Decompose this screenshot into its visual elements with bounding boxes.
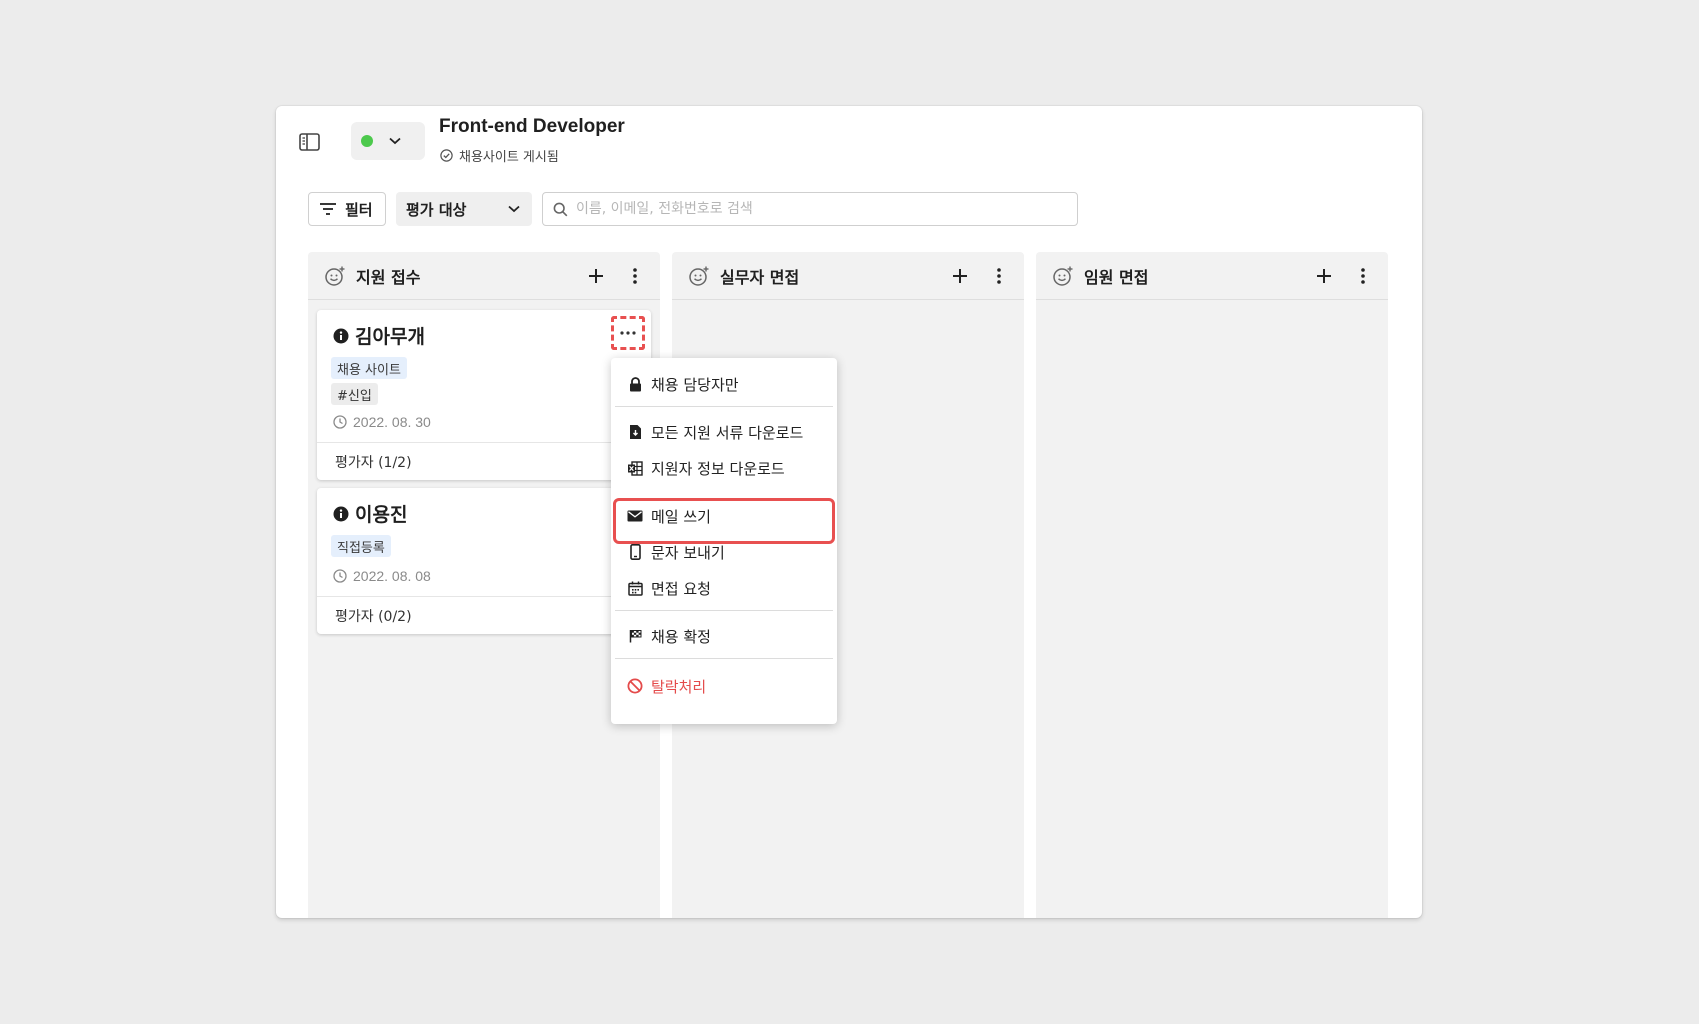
eval-target-select[interactable]: 평가 대상 <box>396 192 532 226</box>
search-box <box>542 192 1078 226</box>
applicant-name: 이용진 <box>333 500 407 527</box>
excel-icon <box>628 460 643 476</box>
chevron-down-icon <box>389 137 401 145</box>
evaluator-count: 평가자 (0/2) <box>335 608 412 625</box>
check-circle-icon <box>440 149 453 162</box>
column-header: 실무자 면접 <box>672 252 1024 300</box>
evaluator-count: 평가자 (1/2) <box>335 454 412 471</box>
applicant-name: 김아무개 <box>333 322 425 349</box>
column-more-button[interactable] <box>988 265 1010 287</box>
info-icon <box>333 506 349 521</box>
clock-icon <box>333 569 347 583</box>
sidebar-panel-icon <box>298 133 320 151</box>
lock-icon <box>629 376 641 391</box>
plus-icon <box>953 268 967 283</box>
sidebar-toggle-button[interactable] <box>298 132 320 152</box>
applicant-card[interactable]: 이용진 직접등록 2022. 08. 08 평가자 (0/2) <box>317 488 651 634</box>
menu-item-reject[interactable]: 탈락처리 <box>611 668 837 704</box>
menu-item-request-interview[interactable]: 면접 요청 <box>611 570 837 606</box>
hashtag-tag: #신입 <box>331 383 378 405</box>
applied-date-text: 2022. 08. 30 <box>353 414 431 430</box>
menu-divider <box>615 406 833 407</box>
eval-select-value: 평가 대상 <box>406 200 467 219</box>
vertical-dots-icon <box>1361 267 1365 284</box>
vertical-dots-icon <box>997 267 1001 284</box>
source-tag: 직접등록 <box>331 535 391 557</box>
job-title: Front-end Developer <box>439 116 625 137</box>
add-applicant-button[interactable] <box>1313 265 1335 287</box>
vertical-dots-icon <box>633 267 637 284</box>
column-more-button[interactable] <box>1352 265 1374 287</box>
plus-icon <box>589 268 603 283</box>
menu-item-send-sms[interactable]: 문자 보내기 <box>611 534 837 570</box>
column-header: 임원 면접 <box>1036 252 1388 300</box>
file-download-icon <box>629 425 641 439</box>
applicant-name-text: 김아무개 <box>355 326 425 348</box>
column-title: 실무자 면접 <box>720 267 800 287</box>
search-icon <box>553 202 568 216</box>
chevron-down-icon <box>508 205 520 213</box>
card-footer: 평가자 (0/2) <box>317 596 651 634</box>
column-more-button[interactable] <box>624 265 646 287</box>
smiley-add-icon <box>689 266 709 286</box>
phone-icon <box>629 544 641 560</box>
menu-item-confirm-hire[interactable]: 채용 확정 <box>611 618 837 654</box>
menu-item-write-email[interactable]: 메일 쓰기 <box>611 498 837 534</box>
applied-date: 2022. 08. 08 <box>333 568 431 584</box>
search-input[interactable] <box>576 201 1077 217</box>
info-icon <box>333 328 349 343</box>
app-window: Front-end Developer 채용사이트 게시됨 필터 평가 대상 이… <box>276 106 1422 918</box>
calendar-icon <box>627 581 643 596</box>
menu-item-label: 채용 담당자만 <box>651 375 739 394</box>
menu-item-label: 문자 보내기 <box>651 543 725 562</box>
menu-item-download-all-documents[interactable]: 모든 지원 서류 다운로드 <box>611 414 837 450</box>
menu-divider <box>615 658 833 659</box>
applied-date-text: 2022. 08. 08 <box>353 568 431 584</box>
clock-icon <box>333 415 347 429</box>
smiley-add-icon <box>1053 266 1073 286</box>
menu-item-download-applicant-info[interactable]: 지원자 정보 다운로드 <box>611 450 837 486</box>
column-title: 지원 접수 <box>356 267 421 287</box>
job-status-text: 채용사이트 게시됨 <box>459 150 559 165</box>
menu-item-label: 모든 지원 서류 다운로드 <box>651 423 804 442</box>
flag-icon <box>629 630 641 643</box>
menu-item-recruiter-only[interactable]: 채용 담당자만 <box>611 366 837 402</box>
card-context-menu: 채용 담당자만 모든 지원 서류 다운로드 지원자 정보 다운로드 메일 쓰기 … <box>611 358 837 724</box>
card-footer: 평가자 (1/2) <box>317 442 651 480</box>
pipeline-column-executive-interview: 임원 면접 <box>1036 252 1388 918</box>
status-dot <box>361 135 373 147</box>
menu-item-label: 지원자 정보 다운로드 <box>651 459 785 478</box>
add-applicant-button[interactable] <box>585 265 607 287</box>
column-header: 지원 접수 <box>308 252 660 300</box>
filter-icon <box>320 203 336 215</box>
menu-item-label: 탈락처리 <box>651 677 707 696</box>
smiley-add-icon <box>325 266 345 286</box>
job-publish-status: 채용사이트 게시됨 <box>440 146 559 165</box>
applied-date: 2022. 08. 30 <box>333 414 431 430</box>
mail-icon <box>627 510 643 522</box>
add-applicant-button[interactable] <box>949 265 971 287</box>
menu-item-label: 메일 쓰기 <box>651 507 711 526</box>
highlight-marker <box>611 316 645 350</box>
job-status-select[interactable] <box>351 122 425 160</box>
card-more-button[interactable] <box>611 316 645 350</box>
menu-divider <box>615 610 833 611</box>
filter-label: 필터 <box>345 200 373 219</box>
pipeline-column-applied: 지원 접수 김아무개 채용 사이트 #신입 2022. 08. 30 평가자 (… <box>308 252 660 918</box>
menu-item-label: 채용 확정 <box>651 627 711 646</box>
filter-button[interactable]: 필터 <box>308 192 386 226</box>
column-title: 임원 면접 <box>1084 267 1149 287</box>
source-tag: 채용 사이트 <box>331 357 407 379</box>
applicant-card[interactable]: 김아무개 채용 사이트 #신입 2022. 08. 30 평가자 (1/2) <box>317 310 651 480</box>
ban-icon <box>627 678 643 694</box>
plus-icon <box>1317 268 1331 283</box>
menu-item-label: 면접 요청 <box>651 579 711 598</box>
applicant-name-text: 이용진 <box>355 504 408 526</box>
